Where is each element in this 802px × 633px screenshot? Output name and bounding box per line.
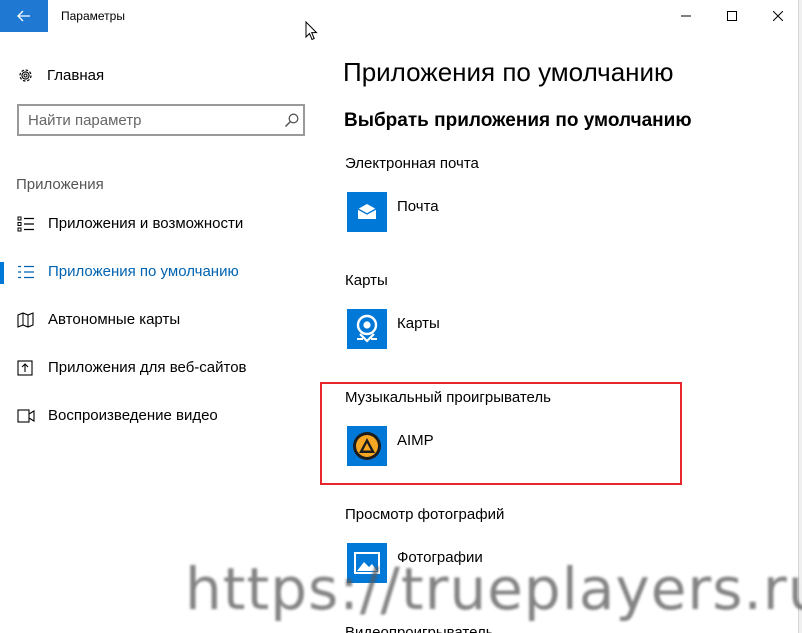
window-title: Параметры xyxy=(61,9,125,23)
default-app-email[interactable]: Почта xyxy=(347,192,439,232)
section-subtitle: Выбрать приложения по умолчанию xyxy=(344,110,692,131)
back-arrow-icon xyxy=(17,10,30,22)
category-label-music-player: Музыкальный проигрыватель xyxy=(345,389,551,406)
sidebar-item-label: Автономные карты xyxy=(48,311,181,328)
offline-maps-icon xyxy=(17,312,34,328)
video-playback-icon xyxy=(17,409,35,423)
mail-icon xyxy=(347,192,387,232)
photos-icon xyxy=(347,543,387,583)
home-label: Главная xyxy=(47,66,105,84)
window-scrollbar[interactable] xyxy=(798,0,802,633)
sidebar-item-label: Воспроизведение видео xyxy=(48,407,218,424)
maps-icon xyxy=(347,309,387,349)
active-indicator xyxy=(0,262,4,284)
app-name: Карты xyxy=(397,314,440,332)
default-app-photo-viewer[interactable]: Фотографии xyxy=(347,543,483,583)
default-apps-icon xyxy=(18,265,34,279)
search-input[interactable] xyxy=(28,111,268,129)
app-name: Фотографии xyxy=(397,548,483,566)
maximize-icon xyxy=(727,11,737,21)
minimize-icon xyxy=(681,15,691,17)
title-bar: Параметры xyxy=(0,0,802,32)
category-label-photo-viewer: Просмотр фотографий xyxy=(345,506,505,523)
sidebar-item-video-playback[interactable]: Воспроизведение видео xyxy=(0,396,320,436)
app-name: AIMP xyxy=(397,431,434,449)
apps-features-icon xyxy=(17,216,34,232)
section-label: Приложения xyxy=(16,176,104,193)
apps-for-websites-icon xyxy=(17,360,33,376)
main-content: Приложения по умолчанию Выбрать приложен… xyxy=(320,32,798,633)
mouse-cursor-icon xyxy=(305,21,318,41)
close-icon xyxy=(773,11,783,21)
sidebar-item-label: Приложения и возможности xyxy=(48,215,244,232)
sidebar-item-label: Приложения по умолчанию xyxy=(48,263,239,280)
category-label-video-player: Видеопроигрыватель xyxy=(345,624,494,633)
sidebar-item-label: Приложения для веб-сайтов xyxy=(48,359,247,376)
sidebar-item-apps-features[interactable]: Приложения и возможности xyxy=(0,204,320,244)
default-app-music-player[interactable]: AIMP xyxy=(347,426,434,466)
search-box[interactable] xyxy=(17,104,305,136)
category-label-email: Электронная почта xyxy=(345,155,479,172)
sidebar: Главная Приложения Приложения и возможно… xyxy=(0,32,320,633)
page-title: Приложения по умолчанию xyxy=(343,57,674,87)
sidebar-item-offline-maps[interactable]: Автономные карты xyxy=(0,300,320,340)
default-app-maps[interactable]: Карты xyxy=(347,309,440,349)
maximize-button[interactable] xyxy=(709,0,755,32)
search-icon[interactable] xyxy=(284,112,300,128)
category-label-maps: Карты xyxy=(345,272,388,289)
gear-icon xyxy=(19,68,32,82)
home-link[interactable]: Главная xyxy=(17,65,104,85)
sidebar-item-apps-for-websites[interactable]: Приложения для веб-сайтов xyxy=(0,348,320,388)
aimp-icon xyxy=(347,426,387,466)
close-button[interactable] xyxy=(755,0,801,32)
minimize-button[interactable] xyxy=(663,0,709,32)
app-name: Почта xyxy=(397,197,439,215)
back-button[interactable] xyxy=(0,0,48,32)
sidebar-item-default-apps[interactable]: Приложения по умолчанию xyxy=(0,252,320,292)
